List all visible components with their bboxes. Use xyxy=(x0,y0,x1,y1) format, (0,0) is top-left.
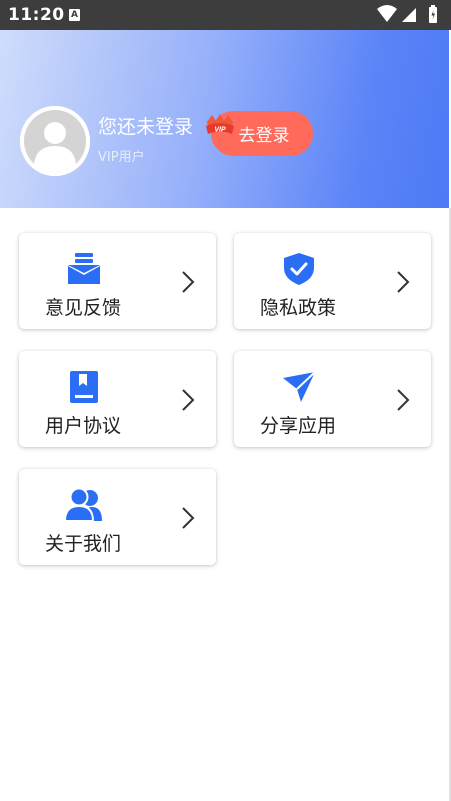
vip-user-label: VIP用户 xyxy=(98,150,145,165)
shield-check-icon xyxy=(284,253,314,285)
avatar[interactable] xyxy=(20,106,90,176)
vip-badge-text: VIP xyxy=(214,127,226,134)
menu-card-label: 用户协议 xyxy=(45,415,122,437)
menu-card-user-agreement[interactable]: 用户协议 xyxy=(19,351,216,447)
status-time: 11:20 xyxy=(8,5,65,25)
menu-card-label: 意见反馈 xyxy=(45,297,122,319)
menu-card-label: 分享应用 xyxy=(260,415,337,437)
users-icon xyxy=(63,488,102,522)
wifi-icon xyxy=(377,5,397,22)
chevron-right-icon xyxy=(182,271,195,293)
chevron-right-icon xyxy=(182,389,195,411)
default-avatar-icon xyxy=(20,106,90,176)
menu-card-privacy[interactable]: 隐私政策 xyxy=(234,233,431,329)
profile-header: 您还未登录 VIP用户 去登录 VIP xyxy=(0,30,449,208)
signal-icon xyxy=(402,8,416,22)
status-bar: 11:20 A xyxy=(0,0,451,30)
menu-card-share-app[interactable]: 分享应用 xyxy=(234,351,431,447)
menu-card-label: 关于我们 xyxy=(45,533,122,555)
menu-card-feedback[interactable]: 意见反馈 xyxy=(19,233,216,329)
menu-card-label: 隐私政策 xyxy=(260,297,337,319)
paper-plane-icon xyxy=(283,371,316,402)
login-status-title: 您还未登录 xyxy=(98,116,194,138)
status-icons xyxy=(377,5,437,23)
book-icon xyxy=(70,371,98,403)
chevron-right-icon xyxy=(182,507,195,529)
chevron-right-icon xyxy=(397,389,410,411)
screen: 11:20 A 您还未登录 VIP用户 去登录 VIP 意见反馈 隐私政策 用户… xyxy=(0,0,451,801)
battery-icon xyxy=(429,5,437,23)
chevron-right-icon xyxy=(397,271,410,293)
vip-crown-icon: VIP xyxy=(206,114,234,134)
mail-icon xyxy=(68,253,100,284)
menu-card-about-us[interactable]: 关于我们 xyxy=(19,469,216,565)
notification-a-icon: A xyxy=(69,9,80,21)
login-button-label: 去登录 xyxy=(238,126,290,146)
